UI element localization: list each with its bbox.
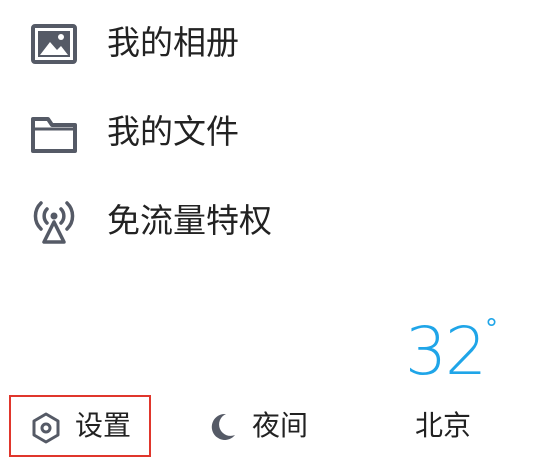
city-label: 北京 xyxy=(415,409,472,442)
antenna-icon xyxy=(28,196,80,248)
moon-icon xyxy=(206,411,238,443)
degree-symbol: ° xyxy=(485,314,498,344)
side-menu-panel: 我的相册 我的文件 免流量特权 32 ° 设置 夜间 北京 xyxy=(0,0,551,462)
menu-item-label: 我的相册 xyxy=(107,23,239,62)
menu-item-my-album[interactable]: 我的相册 xyxy=(0,0,551,86)
menu-item-label: 免流量特权 xyxy=(107,201,272,240)
night-mode-button[interactable]: 夜间 xyxy=(200,395,320,457)
settings-button[interactable]: 设置 xyxy=(9,395,151,457)
menu-item-label: 我的文件 xyxy=(107,112,239,151)
folder-icon xyxy=(28,107,80,159)
menu-item-free-traffic[interactable]: 免流量特权 xyxy=(0,178,551,264)
weather-temperature[interactable]: 32 ° xyxy=(405,312,515,392)
settings-label: 设置 xyxy=(75,409,132,442)
hexagon-settings-icon xyxy=(31,412,61,444)
night-mode-label: 夜间 xyxy=(252,409,309,442)
menu-item-my-files[interactable]: 我的文件 xyxy=(0,89,551,175)
temperature-value: 32 xyxy=(405,313,487,390)
image-icon xyxy=(28,18,80,70)
weather-city-button[interactable]: 北京 xyxy=(405,395,505,457)
